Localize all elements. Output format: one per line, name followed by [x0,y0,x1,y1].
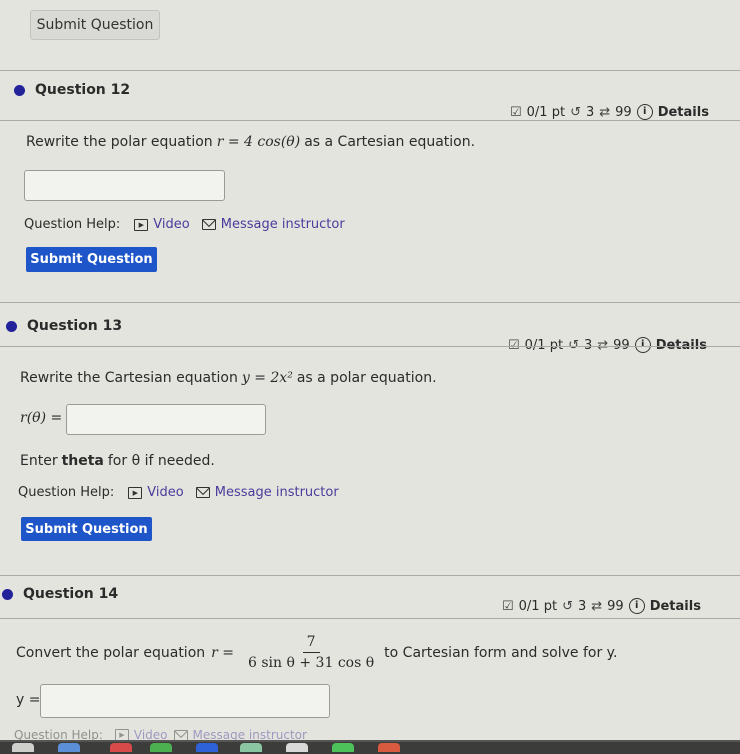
prompt-text: Rewrite the polar equation [26,134,213,150]
question-help-q13: Question Help: ▶ Video Message instructo… [18,485,339,500]
video-link[interactable]: ▶ Video [134,217,190,232]
answer-input-q13[interactable] [66,404,266,435]
attempts-icon: ⇄ [591,598,603,614]
video-icon: ▶ [134,218,149,231]
details-link[interactable]: Details [650,599,701,614]
video-label: Video [153,217,190,232]
answer-label: y = [16,692,41,708]
question-12-meta: ☑ 0/1 pt ↺ 3 ⇄ 99 i Details [510,104,709,120]
status-dot-icon [6,320,17,332]
prompt-text: Convert the polar equation [16,644,206,661]
details-link[interactable]: Details [656,338,707,353]
dock-app-icon[interactable] [12,743,34,752]
answer-label: r(θ) = [20,410,63,426]
question-12-header: Question 12 [14,82,130,98]
status-dot-icon [2,588,13,600]
retries-count: 3 [577,598,587,614]
help-label: Question Help: [18,485,115,500]
question-13-prompt: Rewrite the Cartesian equation y = 2x² a… [20,370,437,386]
dock-app-icon[interactable] [378,743,400,752]
question-14-header: Question 14 [2,586,118,602]
envelope-icon [173,729,188,741]
message-instructor-link[interactable]: Message instructor [195,485,339,500]
fraction: 7 6 sin θ + 31 cos θ [244,632,378,673]
divider [0,346,740,347]
video-link[interactable]: ▶ Video [128,485,184,500]
math-lhs: r = [211,644,235,661]
divider [0,618,740,619]
message-label: Message instructor [214,485,339,500]
question-12-prompt: Rewrite the polar equation r = 4 cos(θ) … [26,134,475,150]
attempts-count: 99 [613,337,630,353]
math-expression: y = 2x² [241,370,293,386]
score: 0/1 pt [518,598,558,614]
question-14-meta: ☑ 0/1 pt ↺ 3 ⇄ 99 i Details [502,598,701,614]
divider [0,120,740,121]
info-icon[interactable]: i [634,337,651,353]
question-13-header: Question 13 [6,318,122,334]
retry-icon: ↺ [570,104,581,120]
attempts-icon: ⇄ [597,337,609,353]
answer-input-q14[interactable] [40,684,330,718]
attempts-count: 99 [615,104,632,120]
score-checkbox-icon: ☑ [510,104,522,120]
info-icon[interactable]: i [628,598,645,614]
video-label: Video [147,485,184,500]
info-icon[interactable]: i [636,104,653,120]
fraction-numerator: 7 [302,632,320,653]
question-13-meta: ☑ 0/1 pt ↺ 3 ⇄ 99 i Details [508,337,707,353]
prompt-text: Rewrite the Cartesian equation [20,370,238,386]
retries-count: 3 [583,337,593,353]
dock-app-icon[interactable] [240,743,262,752]
question-title: Question 13 [27,318,123,334]
submit-question-button-q13[interactable]: Submit Question [21,517,152,541]
attempts-icon: ⇄ [599,104,611,120]
answer-input-q12[interactable] [24,170,225,201]
message-instructor-link[interactable]: Message instructor [201,217,345,232]
retries-count: 3 [585,104,595,120]
math-expression: r = 4 cos(θ) [216,134,301,150]
dock-app-icon[interactable] [332,743,354,752]
envelope-icon [201,219,216,230]
retry-icon: ↺ [562,598,573,614]
prompt-text: as a polar equation. [296,370,437,386]
dock-app-icon[interactable] [58,743,80,752]
message-label: Message instructor [220,217,345,232]
details-link[interactable]: Details [658,105,709,120]
dock-app-icon[interactable] [110,743,132,752]
score: 0/1 pt [526,104,566,120]
answer-label-q14: y = [16,692,40,708]
fraction-denominator: 6 sin θ + 31 cos θ [248,655,375,671]
hint-keyword: theta [61,453,104,469]
question-14-prompt: Convert the polar equation r = 7 6 sin θ… [16,632,617,673]
score-checkbox-icon: ☑ [508,337,520,353]
status-dot-icon [14,84,25,96]
hint-text: for θ if needed. [107,453,215,469]
envelope-icon [195,487,210,498]
hint-q13: Enter theta for θ if needed. [20,453,215,469]
divider [0,575,740,576]
retry-icon: ↺ [568,337,579,353]
hint-text: Enter [20,453,58,469]
score-checkbox-icon: ☑ [502,598,514,614]
dock-app-icon[interactable] [196,743,218,752]
prompt-text: to Cartesian form and solve for y. [384,644,618,661]
question-title: Question 14 [23,586,119,602]
submit-question-button-q12[interactable]: Submit Question [26,247,157,272]
question-help-q12: Question Help: ▶ Video Message instructo… [24,217,345,232]
dock-app-icon[interactable] [286,743,308,752]
prompt-text: as a Cartesian equation. [304,134,476,150]
divider [0,302,740,303]
attempts-count: 99 [607,598,624,614]
video-icon: ▶ [128,486,143,499]
answer-label-q13: r(θ) = [20,410,62,426]
score: 0/1 pt [524,337,564,353]
divider [0,70,740,71]
dock-app-icon[interactable] [150,743,172,752]
question-title: Question 12 [35,82,131,98]
help-label: Question Help: [24,217,121,232]
submit-question-button-q11[interactable]: Submit Question [30,10,160,40]
